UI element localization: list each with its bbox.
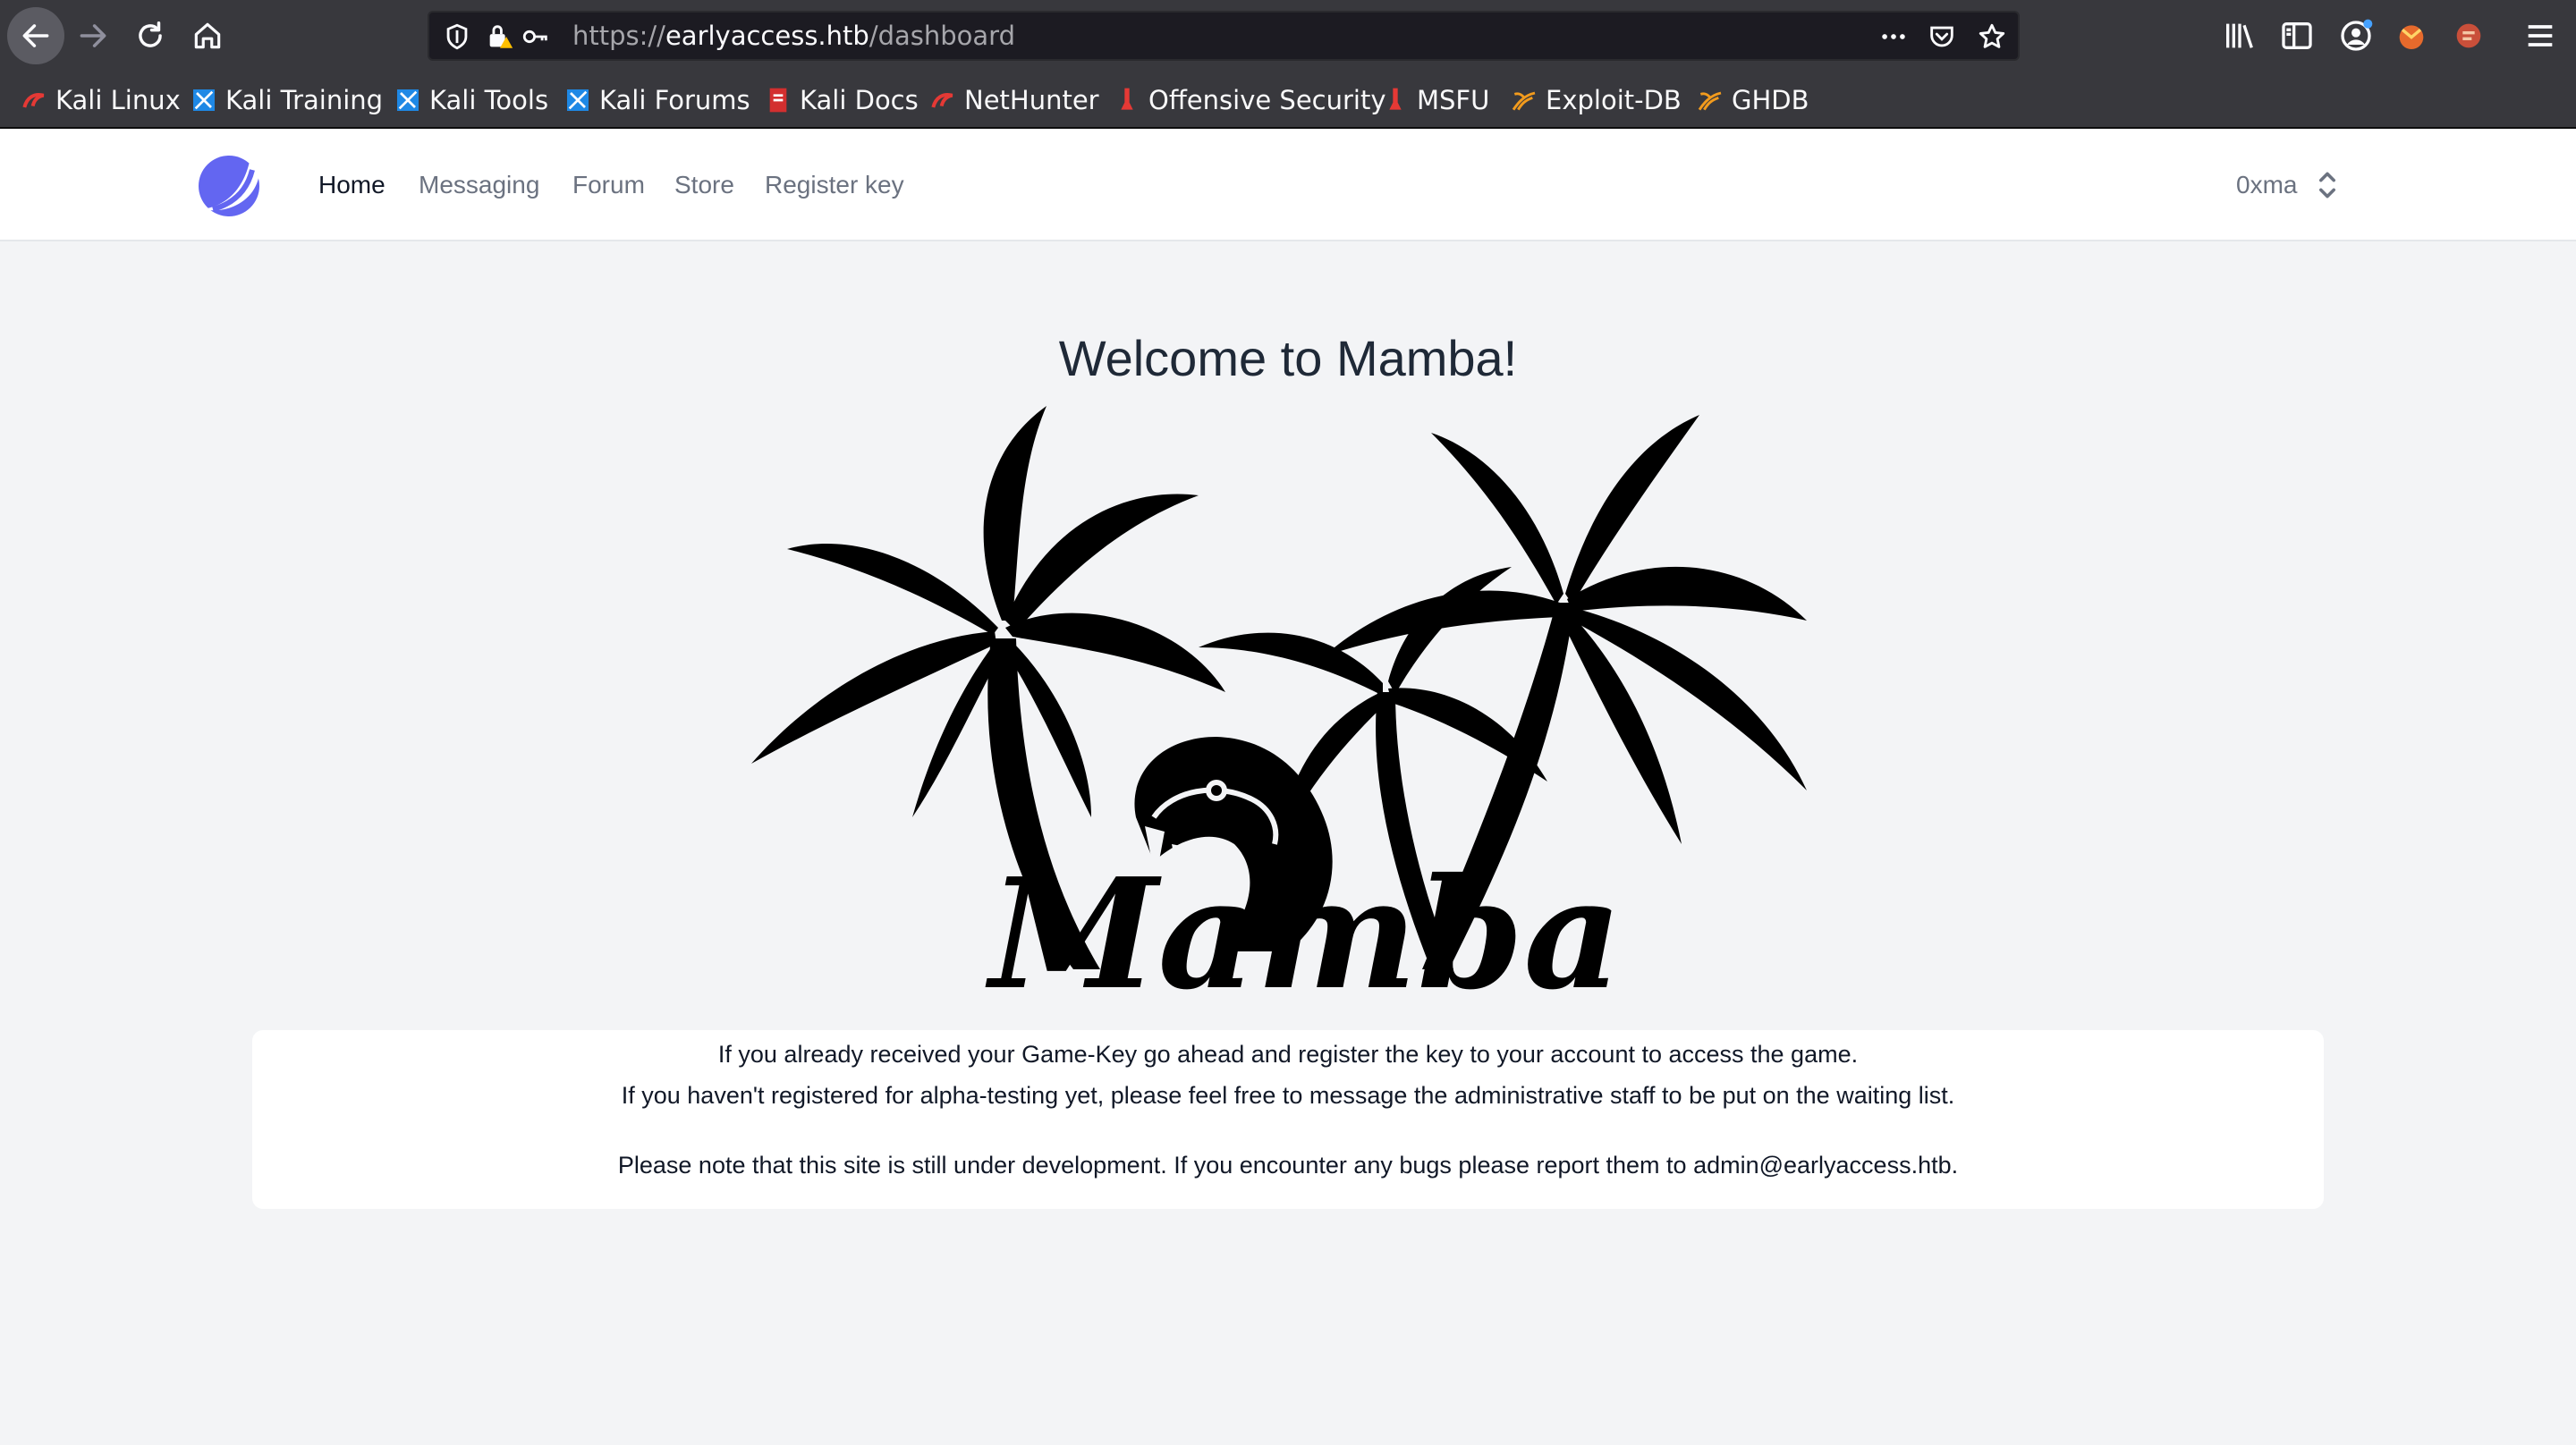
more-icon[interactable] [1878,21,1909,52]
bookmark-kali-training[interactable]: Kali Training [190,72,383,129]
nav-link-messaging[interactable]: Messaging [419,165,539,206]
nav-link-home[interactable]: Home [318,165,386,206]
account-icon[interactable] [2338,18,2374,54]
home-button[interactable] [179,7,236,64]
reload-icon [139,21,162,47]
home-icon [194,22,221,49]
bookmark-label: Exploit-DB [1546,85,1682,115]
library-icon[interactable] [2222,18,2258,54]
bookmark-ghdb[interactable]: GHDB [1696,72,1809,129]
msfu-icon [1389,88,1402,110]
site-logo[interactable] [193,150,265,222]
page-content: Home Messaging Forum Store Register key … [0,129,2576,1445]
back-button[interactable] [7,7,64,64]
bookmark-label: Kali Docs [800,85,919,115]
sidebar-icon[interactable] [2279,18,2315,54]
kali-tools-icon [397,89,419,111]
extension-icon[interactable] [2394,18,2429,54]
key-icon[interactable] [521,21,551,52]
pocket-icon[interactable] [1927,21,1957,52]
menu-icon[interactable] [2522,18,2558,54]
nav-link-register-key[interactable]: Register key [765,165,904,206]
user-menu[interactable]: 0xma [2236,165,2340,206]
lock-warning-icon[interactable] [485,21,515,52]
url-path: /dashboard [869,21,1015,51]
bookmark-kali-docs[interactable]: Kali Docs [764,72,919,129]
browser-toolbar: https://earlyaccess.htb/dashboard [0,0,2576,72]
bookmark-label: Kali Linux [55,85,181,115]
bookmark-kali-linux[interactable]: Kali Linux [20,72,181,129]
bookmark-label: MSFU [1417,85,1490,115]
page-title: Welcome to Mamba! [1058,330,1518,386]
bookmark-nethunter[interactable]: NetHunter [928,72,1099,129]
nav-link-forum[interactable]: Forum [572,165,645,206]
bookmark-offensive-security[interactable]: Offensive Security [1113,72,1386,129]
exploitdb-icon [1512,91,1536,111]
bookmark-exploit-db[interactable]: Exploit-DB [1510,72,1682,129]
nethunter-icon [931,93,953,108]
info-text-line: Please note that this site is still unde… [617,1152,1959,1179]
star-icon[interactable] [1977,21,2007,52]
bookmark-label: Kali Forums [599,85,750,115]
offsec-icon [1121,88,1133,110]
forward-button[interactable] [64,7,122,64]
kali-forums-icon [567,89,589,111]
mamba-hero-logo: Mamba [751,406,1807,1005]
info-text-line: If you haven't registered for alpha-test… [621,1082,1955,1109]
info-text-line: If you already received your Game-Key go… [717,1041,1859,1068]
kali-training-icon [193,89,215,111]
chevron-up-down-icon [2319,172,2336,199]
back-arrow-icon [22,24,49,47]
bookmark-label: Kali Training [225,85,384,115]
hero-text: Mamba [985,845,1622,1005]
ghdb-icon [1698,91,1722,111]
bookmark-msfu[interactable]: MSFU [1381,72,1489,129]
bookmark-label: GHDB [1732,85,1809,115]
shield-icon[interactable] [442,21,472,52]
bookmarks-bar: Kali Linux Kali Training Kali Tools Kali… [0,72,2576,129]
reload-button[interactable] [122,7,179,64]
bookmark-kali-tools[interactable]: Kali Tools [394,72,548,129]
url-host: earlyaccess.htb [665,21,869,51]
info-card: If you already received your Game-Key go… [252,1030,2324,1209]
bookmark-kali-forums[interactable]: Kali Forums [564,72,750,129]
kali-icon [22,93,45,108]
bookmark-label: Offensive Security [1148,85,1386,115]
url-bar[interactable]: https://earlyaccess.htb/dashboard [428,11,2020,61]
user-name: 0xma [2236,171,2298,199]
bookmark-label: Kali Tools [429,85,549,115]
extension-icon[interactable] [2451,18,2487,54]
site-navbar: Home Messaging Forum Store Register key … [0,129,2576,241]
url-prefix: https:// [572,21,665,51]
url-text[interactable]: https://earlyaccess.htb/dashboard [572,13,1015,59]
nav-link-store[interactable]: Store [674,165,734,206]
forward-arrow-icon [80,24,106,47]
kali-docs-icon [769,88,787,113]
bookmark-label: NetHunter [964,85,1099,115]
